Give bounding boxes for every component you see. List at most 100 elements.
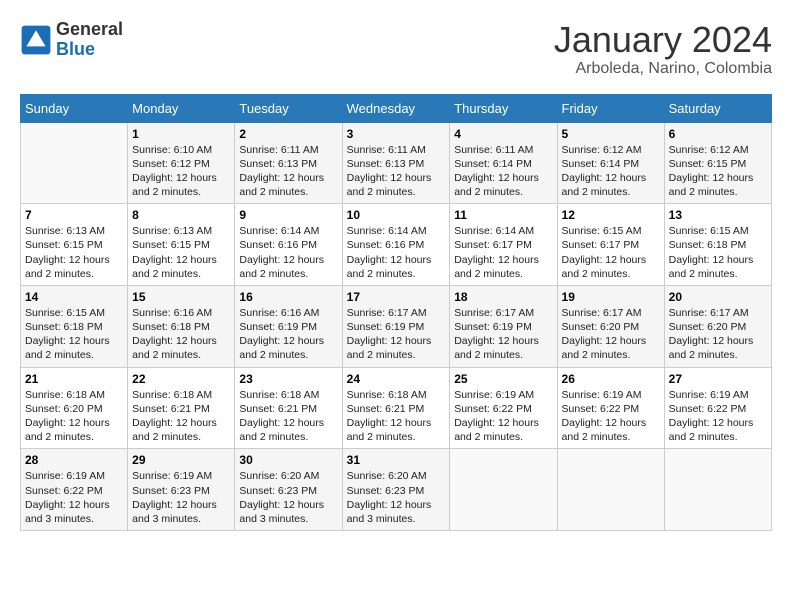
day-number: 5 (562, 127, 660, 141)
day-info: Sunrise: 6:15 AM Sunset: 6:18 PM Dayligh… (25, 306, 123, 363)
day-number: 19 (562, 290, 660, 304)
day-number: 21 (25, 372, 123, 386)
day-info: Sunrise: 6:18 AM Sunset: 6:21 PM Dayligh… (132, 388, 230, 445)
calendar-cell: 10Sunrise: 6:14 AM Sunset: 6:16 PM Dayli… (342, 204, 450, 286)
calendar-cell: 31 Sunrise: 6:20 AM Sunset: 6:23 PM Dayli… (342, 449, 450, 531)
day-number: 29 (132, 453, 230, 467)
calendar-cell: 20Sunrise: 6:17 AM Sunset: 6:20 PM Dayli… (664, 285, 771, 367)
day-info: Sunrise: 6:16 AM Sunset: 6:18 PM Dayligh… (132, 306, 230, 363)
day-number: 6 (669, 127, 767, 141)
logo-icon (20, 24, 52, 56)
day-info: Sunrise: 6:12 AM Sunset: 6:14 PM Dayligh… (562, 143, 660, 200)
header-wednesday: Wednesday (342, 94, 450, 122)
day-number: 23 (239, 372, 337, 386)
calendar-cell: 15 Sunrise: 6:16 AM Sunset: 6:18 PM Dayli… (128, 285, 235, 367)
day-info: Sunrise: 6:14 AM Sunset: 6:17 PM Dayligh… (454, 224, 552, 281)
day-info: Sunrise: 6:14 AM Sunset: 6:16 PM Dayligh… (239, 224, 337, 281)
logo-general: General (56, 19, 123, 39)
day-info: Sunrise: 6:16 AM Sunset: 6:19 PM Dayligh… (239, 306, 337, 363)
calendar-cell: 24Sunrise: 6:18 AM Sunset: 6:21 PM Dayli… (342, 367, 450, 449)
calendar-cell: 25 Sunrise: 6:19 AM Sunset: 6:22 PM Dayli… (450, 367, 557, 449)
header-thursday: Thursday (450, 94, 557, 122)
day-number: 1 (132, 127, 230, 141)
calendar-cell: 23 Sunrise: 6:18 AM Sunset: 6:21 PM Dayli… (235, 367, 342, 449)
calendar-header-row: SundayMondayTuesdayWednesdayThursdayFrid… (21, 94, 772, 122)
day-info: Sunrise: 6:17 AM Sunset: 6:19 PM Dayligh… (347, 306, 446, 363)
day-number: 17 (347, 290, 446, 304)
calendar-cell: 29 Sunrise: 6:19 AM Sunset: 6:23 PM Dayli… (128, 449, 235, 531)
day-number: 8 (132, 208, 230, 222)
calendar-cell (557, 449, 664, 531)
calendar-cell: 8 Sunrise: 6:13 AM Sunset: 6:15 PM Daylig… (128, 204, 235, 286)
calendar-cell: 2 Sunrise: 6:11 AM Sunset: 6:13 PM Daylig… (235, 122, 342, 204)
day-info: Sunrise: 6:17 AM Sunset: 6:20 PM Dayligh… (669, 306, 767, 363)
calendar-cell: 12 Sunrise: 6:15 AM Sunset: 6:17 PM Dayli… (557, 204, 664, 286)
calendar-cell (450, 449, 557, 531)
day-number: 11 (454, 208, 552, 222)
calendar-cell: 19 Sunrise: 6:17 AM Sunset: 6:20 PM Dayli… (557, 285, 664, 367)
day-info: Sunrise: 6:19 AM Sunset: 6:22 PM Dayligh… (454, 388, 552, 445)
calendar-cell: 22 Sunrise: 6:18 AM Sunset: 6:21 PM Dayli… (128, 367, 235, 449)
day-info: Sunrise: 6:10 AM Sunset: 6:12 PM Dayligh… (132, 143, 230, 200)
logo-text: General Blue (56, 20, 123, 60)
calendar-cell: 17 Sunrise: 6:17 AM Sunset: 6:19 PM Dayli… (342, 285, 450, 367)
calendar-cell: 4 Sunrise: 6:11 AM Sunset: 6:14 PM Daylig… (450, 122, 557, 204)
day-number: 18 (454, 290, 552, 304)
day-info: Sunrise: 6:11 AM Sunset: 6:14 PM Dayligh… (454, 143, 552, 200)
day-number: 3 (347, 127, 446, 141)
logo-blue: Blue (56, 39, 95, 59)
day-info: Sunrise: 6:19 AM Sunset: 6:22 PM Dayligh… (25, 469, 123, 526)
calendar-cell (664, 449, 771, 531)
header-friday: Friday (557, 94, 664, 122)
day-number: 9 (239, 208, 337, 222)
day-number: 15 (132, 290, 230, 304)
calendar-cell: 27Sunrise: 6:19 AM Sunset: 6:22 PM Dayli… (664, 367, 771, 449)
calendar-cell: 30Sunrise: 6:20 AM Sunset: 6:23 PM Dayli… (235, 449, 342, 531)
header-tuesday: Tuesday (235, 94, 342, 122)
day-number: 7 (25, 208, 123, 222)
calendar-cell: 6Sunrise: 6:12 AM Sunset: 6:15 PM Daylig… (664, 122, 771, 204)
calendar-cell (21, 122, 128, 204)
calendar-cell: 28 Sunrise: 6:19 AM Sunset: 6:22 PM Dayli… (21, 449, 128, 531)
calendar-table: SundayMondayTuesdayWednesdayThursdayFrid… (20, 94, 772, 531)
calendar-cell: 26 Sunrise: 6:19 AM Sunset: 6:22 PM Dayli… (557, 367, 664, 449)
day-number: 16 (239, 290, 337, 304)
logo: General Blue (20, 20, 123, 60)
header-sunday: Sunday (21, 94, 128, 122)
day-info: Sunrise: 6:13 AM Sunset: 6:15 PM Dayligh… (25, 224, 123, 281)
day-number: 31 (347, 453, 446, 467)
calendar-cell: 18 Sunrise: 6:17 AM Sunset: 6:19 PM Dayli… (450, 285, 557, 367)
day-info: Sunrise: 6:11 AM Sunset: 6:13 PM Dayligh… (347, 143, 446, 200)
day-number: 2 (239, 127, 337, 141)
day-number: 26 (562, 372, 660, 386)
day-info: Sunrise: 6:19 AM Sunset: 6:23 PM Dayligh… (132, 469, 230, 526)
calendar-cell: 7 Sunrise: 6:13 AM Sunset: 6:15 PM Daylig… (21, 204, 128, 286)
day-info: Sunrise: 6:17 AM Sunset: 6:19 PM Dayligh… (454, 306, 552, 363)
week-row-3: 14Sunrise: 6:15 AM Sunset: 6:18 PM Dayli… (21, 285, 772, 367)
day-info: Sunrise: 6:15 AM Sunset: 6:18 PM Dayligh… (669, 224, 767, 281)
day-info: Sunrise: 6:15 AM Sunset: 6:17 PM Dayligh… (562, 224, 660, 281)
week-row-4: 21 Sunrise: 6:18 AM Sunset: 6:20 PM Dayli… (21, 367, 772, 449)
day-number: 22 (132, 372, 230, 386)
week-row-5: 28 Sunrise: 6:19 AM Sunset: 6:22 PM Dayli… (21, 449, 772, 531)
week-row-1: 1 Sunrise: 6:10 AM Sunset: 6:12 PM Daylig… (21, 122, 772, 204)
day-number: 4 (454, 127, 552, 141)
day-info: Sunrise: 6:20 AM Sunset: 6:23 PM Dayligh… (347, 469, 446, 526)
day-info: Sunrise: 6:18 AM Sunset: 6:21 PM Dayligh… (239, 388, 337, 445)
calendar-cell: 13Sunrise: 6:15 AM Sunset: 6:18 PM Dayli… (664, 204, 771, 286)
calendar-cell: 11 Sunrise: 6:14 AM Sunset: 6:17 PM Dayli… (450, 204, 557, 286)
day-number: 12 (562, 208, 660, 222)
calendar-cell: 16 Sunrise: 6:16 AM Sunset: 6:19 PM Dayli… (235, 285, 342, 367)
month-title: January 2024 (554, 20, 772, 60)
page-header: General Blue January 2024 Arboleda, Nari… (20, 20, 772, 78)
day-info: Sunrise: 6:18 AM Sunset: 6:20 PM Dayligh… (25, 388, 123, 445)
day-info: Sunrise: 6:13 AM Sunset: 6:15 PM Dayligh… (132, 224, 230, 281)
day-info: Sunrise: 6:11 AM Sunset: 6:13 PM Dayligh… (239, 143, 337, 200)
day-number: 28 (25, 453, 123, 467)
day-info: Sunrise: 6:17 AM Sunset: 6:20 PM Dayligh… (562, 306, 660, 363)
calendar-cell: 3 Sunrise: 6:11 AM Sunset: 6:13 PM Daylig… (342, 122, 450, 204)
calendar-cell: 5 Sunrise: 6:12 AM Sunset: 6:14 PM Daylig… (557, 122, 664, 204)
header-saturday: Saturday (664, 94, 771, 122)
day-info: Sunrise: 6:19 AM Sunset: 6:22 PM Dayligh… (562, 388, 660, 445)
day-number: 25 (454, 372, 552, 386)
